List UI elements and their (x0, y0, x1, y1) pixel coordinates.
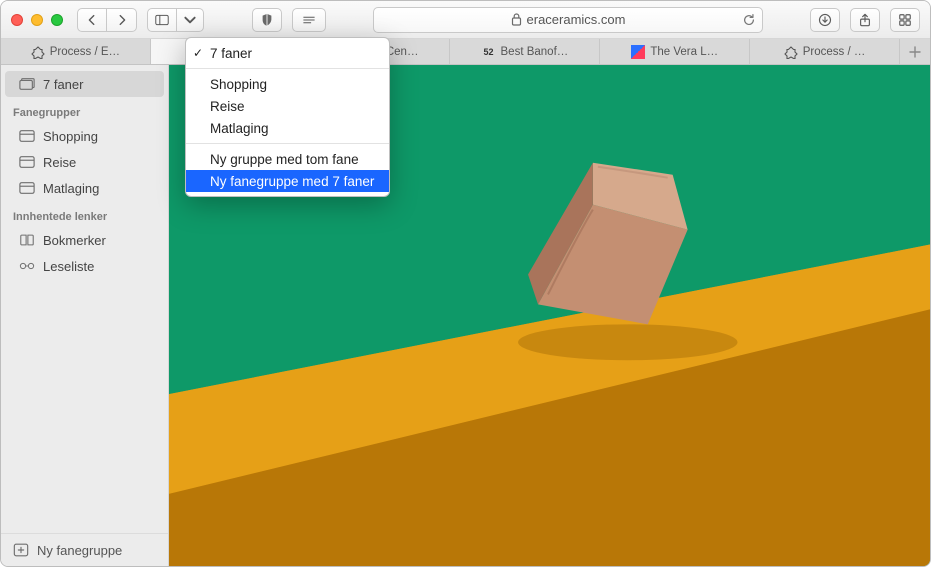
chevron-left-icon (85, 13, 99, 27)
sidebar-item-label: Leseliste (43, 259, 94, 274)
share-icon (858, 13, 872, 27)
shield-icon (260, 13, 274, 27)
reload-icon (742, 13, 756, 27)
menu-item-label: 7 faner (210, 46, 252, 61)
sidebar-item-label: 7 faner (43, 77, 83, 92)
menu-item-reise[interactable]: Reise (186, 95, 389, 117)
menu-item-new-empty-group[interactable]: Ny gruppe med tom fane (186, 148, 389, 170)
share-button[interactable] (850, 8, 880, 32)
sidebar-item-readinglist[interactable]: Leseliste (5, 253, 164, 279)
downloads-button[interactable] (810, 8, 840, 32)
address-bar[interactable]: eraceramics.com (373, 7, 763, 33)
sidebar-heading-groups: Fanegrupper (1, 97, 168, 123)
menu-item-label: Shopping (210, 77, 267, 92)
menu-item-current-tabs[interactable]: ✓ 7 faner (186, 42, 389, 64)
tab-bar: Process / E… Grand Cen… 52 Best Banof… T… (1, 39, 930, 65)
tab-icon-process (31, 45, 45, 59)
download-icon (818, 13, 832, 27)
tab[interactable]: 52 Best Banof… (450, 39, 600, 64)
menu-item-shopping[interactable]: Shopping (186, 73, 389, 95)
back-button[interactable] (77, 8, 107, 32)
tab-label: Process / … (803, 46, 866, 58)
sidebar-buttons (147, 8, 204, 32)
menu-item-label: Reise (210, 99, 245, 114)
check-icon: ✓ (193, 46, 203, 60)
chevron-down-icon (183, 13, 197, 27)
glasses-icon (19, 258, 35, 274)
lock-icon (511, 13, 522, 26)
book-icon (19, 232, 35, 248)
chevron-right-icon (115, 13, 129, 27)
sidebar: 7 faner Fanegrupper Shopping Reise Matla… (1, 65, 169, 566)
sidebar-icon (155, 13, 169, 27)
menu-separator (186, 143, 389, 144)
sidebar-heading-links: Innhentede lenker (1, 201, 168, 227)
menu-item-label: Ny fanegruppe med 7 faner (210, 174, 374, 189)
privacy-report-button[interactable] (252, 8, 282, 32)
titlebar: eraceramics.com (1, 1, 930, 39)
sidebar-item-bookmarks[interactable]: Bokmerker (5, 227, 164, 253)
fullscreen-window-button[interactable] (51, 14, 63, 26)
tab[interactable]: Process / … (750, 39, 900, 64)
plus-icon (909, 46, 921, 58)
tabgroup-icon (19, 180, 35, 196)
tabset-icon (19, 76, 35, 92)
tabgroup-dropdown-button[interactable] (177, 8, 204, 32)
minimize-window-button[interactable] (31, 14, 43, 26)
sidebar-item-shopping[interactable]: Shopping (5, 123, 164, 149)
plus-square-icon (13, 542, 29, 558)
menu-item-label: Ny gruppe med tom fane (210, 152, 359, 167)
reload-button[interactable] (742, 13, 756, 27)
browser-window: eraceramics.com Process / E… (0, 0, 931, 567)
address-text: eraceramics.com (527, 12, 626, 27)
sidebar-item-label: Reise (43, 155, 76, 170)
menu-item-label: Matlaging (210, 121, 269, 136)
reader-toggle-button[interactable] (292, 8, 326, 32)
new-tab-button[interactable] (900, 39, 930, 64)
new-tabgroup-button[interactable]: Ny fanegruppe (1, 533, 168, 566)
toggle-sidebar-button[interactable] (147, 8, 177, 32)
nav-buttons (77, 8, 137, 32)
window-controls (11, 14, 63, 26)
new-tabgroup-label: Ny fanegruppe (37, 543, 122, 558)
sidebar-item-reise[interactable]: Reise (5, 149, 164, 175)
sidebar-item-label: Shopping (43, 129, 98, 144)
tab-label: The Vera L… (650, 46, 718, 58)
sidebar-item-matlaging[interactable]: Matlaging (5, 175, 164, 201)
tab-label: Best Banof… (501, 46, 569, 58)
close-window-button[interactable] (11, 14, 23, 26)
menu-separator (186, 68, 389, 69)
grid-icon (898, 13, 912, 27)
menu-item-new-group-from-tabs[interactable]: Ny fanegruppe med 7 faner (186, 170, 389, 192)
sidebar-item-label: Bokmerker (43, 233, 106, 248)
tab-overview-button[interactable] (890, 8, 920, 32)
forward-button[interactable] (107, 8, 137, 32)
sidebar-current-tabgroup[interactable]: 7 faner (5, 71, 164, 97)
reader-icon (302, 13, 316, 27)
tab-icon-process (784, 45, 798, 59)
tabgroup-icon (19, 128, 35, 144)
menu-item-matlaging[interactable]: Matlaging (186, 117, 389, 139)
tabgroup-menu: ✓ 7 faner Shopping Reise Matlaging Ny gr… (185, 37, 390, 197)
toolbar-right (810, 8, 920, 32)
sidebar-item-label: Matlaging (43, 181, 99, 196)
address-bar-container: eraceramics.com (336, 7, 800, 33)
tab-label: Process / E… (50, 46, 120, 58)
body: 7 faner Fanegrupper Shopping Reise Matla… (1, 65, 930, 566)
tab-favicon (631, 45, 645, 59)
tab[interactable]: The Vera L… (600, 39, 750, 64)
tabgroup-icon (19, 154, 35, 170)
tab-favicon: 52 (482, 45, 496, 59)
tab[interactable]: Process / E… (1, 39, 151, 64)
